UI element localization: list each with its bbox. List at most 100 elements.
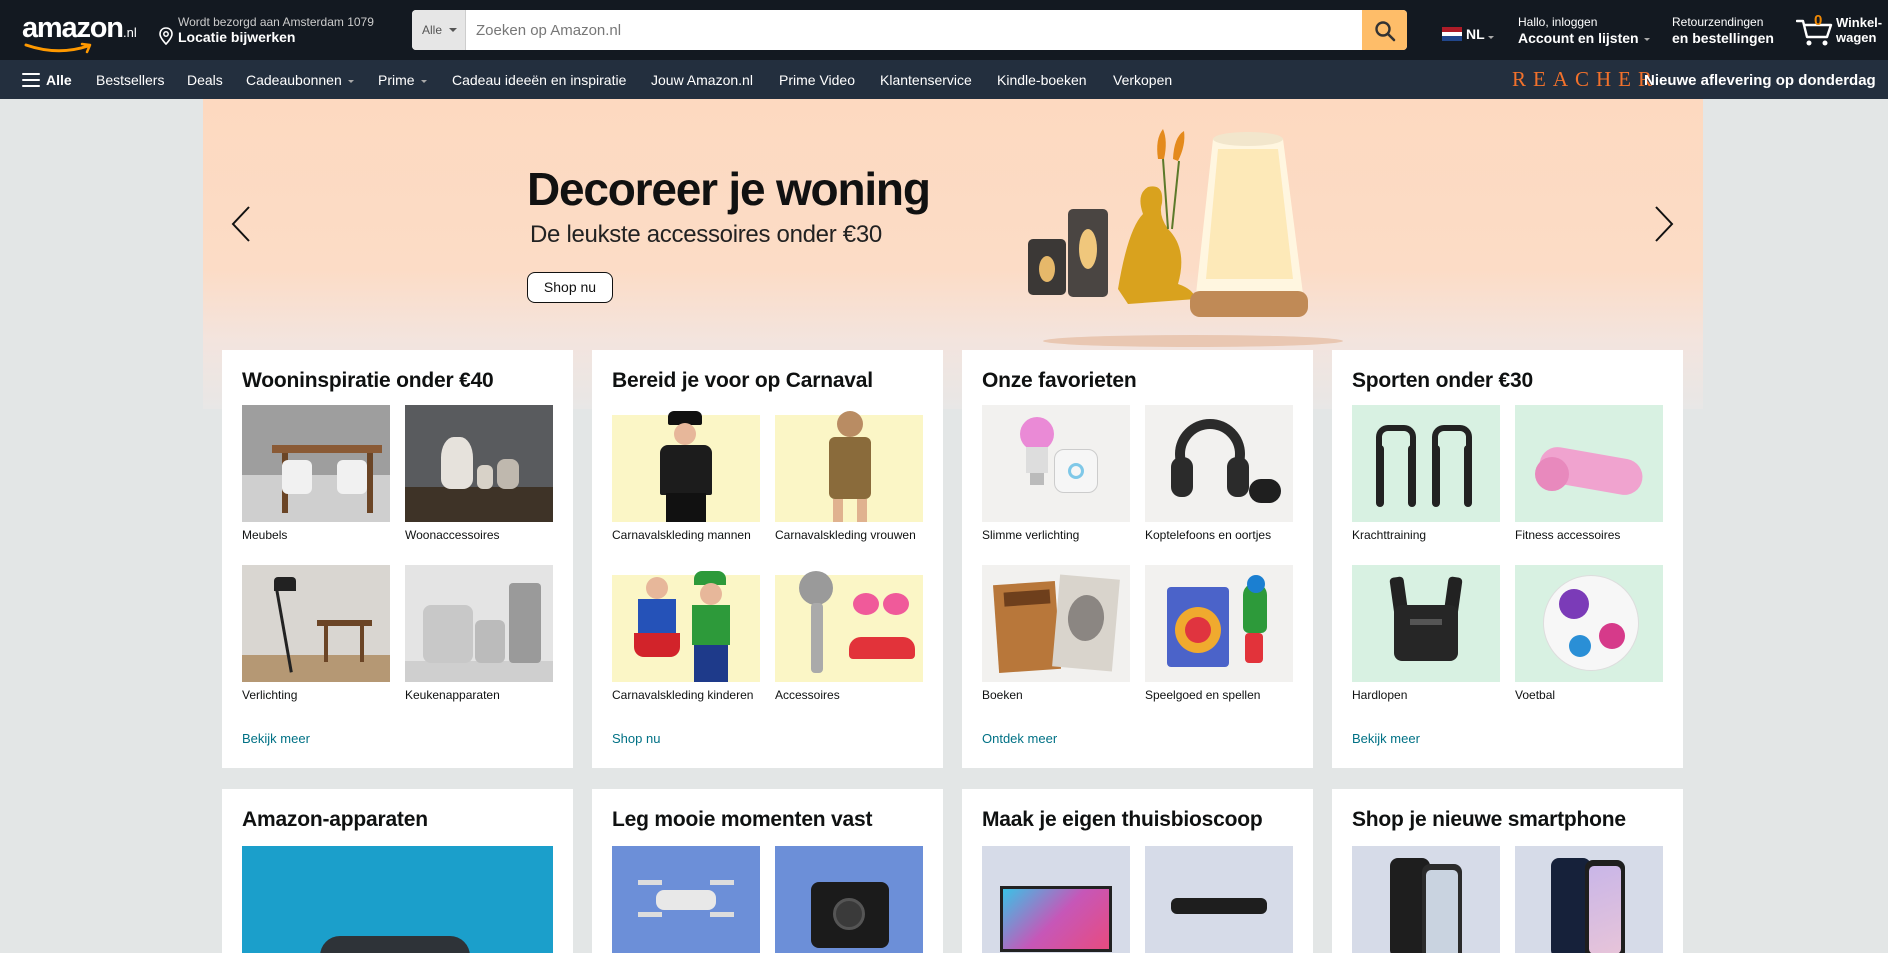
tile-caption: Keukenapparaten	[405, 688, 500, 702]
tile-caption: Hardlopen	[1352, 688, 1408, 702]
nav-item-your-amazon[interactable]: Jouw Amazon.nl	[651, 72, 753, 88]
category-card-amazon-devices: Amazon-apparaten	[222, 789, 573, 953]
tile-woonaccessoires[interactable]: Woonaccessoires	[405, 405, 553, 542]
account-and-lists[interactable]: Hallo, inloggen Account en lijsten	[1518, 15, 1658, 46]
amazon-logo[interactable]: amazon .nl	[20, 12, 140, 54]
tile-fitness-accessories[interactable]: Fitness accessoires	[1515, 405, 1663, 542]
toys-games-image	[1145, 565, 1293, 682]
tile-caption: Speelgoed en spellen	[1145, 688, 1261, 702]
nav-item-prime-video[interactable]: Prime Video	[779, 72, 855, 88]
tile-caption: Koptelefoons en oortjes	[1145, 528, 1272, 542]
card-link[interactable]: Ontdek meer	[982, 731, 1057, 746]
nav-item-customer-service[interactable]: Klantenservice	[880, 72, 972, 88]
tile-running[interactable]: Hardlopen	[1352, 565, 1500, 702]
tile-meubels[interactable]: Meubels	[242, 405, 390, 542]
nav-item-cadeaubonnen[interactable]: Cadeaubonnen	[246, 72, 354, 88]
card-link[interactable]: Bekijk meer	[1352, 731, 1420, 746]
promo-brand: REACHER	[1512, 67, 1660, 91]
account-label-row: Account en lijsten	[1518, 30, 1658, 46]
tile-carnaval-kids[interactable]: Carnavalskleding kinderen	[612, 565, 760, 702]
nav-item-deals[interactable]: Deals	[187, 72, 223, 88]
top-nav-bar: amazon .nl Wordt bezorgd aan Amsterdam 1…	[0, 0, 1888, 60]
carnaval-women-image	[775, 405, 923, 522]
tile-keukenapparaten[interactable]: Keukenapparaten	[405, 565, 553, 702]
tile-television[interactable]	[982, 846, 1130, 953]
card-title: Sporten onder €30	[1352, 369, 1533, 392]
logo-tld: .nl	[123, 25, 137, 40]
tile-headphones[interactable]: Koptelefoons en oortjes	[1145, 405, 1293, 542]
search-button[interactable]	[1362, 10, 1407, 50]
hero-decor-image	[1028, 129, 1343, 347]
search-category-select[interactable]: Alle	[412, 10, 466, 50]
logo-text: amazon	[22, 12, 124, 44]
tile-caption: Voetbal	[1515, 688, 1556, 702]
card-link[interactable]: Bekijk meer	[242, 731, 310, 746]
carnaval-men-image	[612, 405, 760, 522]
tile-books[interactable]: Boeken	[982, 565, 1130, 702]
nav-item-label: Cadeau ideeën en inspiratie	[452, 72, 627, 88]
tile-action-camera[interactable]	[775, 846, 923, 953]
carousel-next-arrow-icon[interactable]	[1646, 199, 1680, 249]
netherlands-flag-icon	[1442, 27, 1462, 41]
amazon-devices-image[interactable]	[242, 846, 553, 953]
cart-count: 0	[1814, 12, 1823, 29]
nav-item-prime[interactable]: Prime	[378, 72, 427, 88]
tile-drone[interactable]	[612, 846, 760, 953]
nav-item-label: Kindle-boeken	[997, 72, 1087, 88]
tile-smart-lighting[interactable]: Slimme verlichting	[982, 405, 1130, 542]
category-card-carnaval: Bereid je voor op Carnaval Carnavalskled…	[592, 350, 943, 768]
keukenapparaten-image	[405, 565, 553, 682]
tile-caption: Carnavalskleding kinderen	[612, 688, 754, 702]
tile-caption: Slimme verlichting	[982, 528, 1080, 542]
card-title: Onze favorieten	[982, 369, 1137, 392]
tile-smartphone-1[interactable]	[1352, 846, 1500, 953]
tile-carnaval-men[interactable]: Carnavalskleding mannen	[612, 405, 760, 542]
category-card-capture-moments: Leg mooie momenten vast	[592, 789, 943, 953]
hero-subtitle: De leukste accessoires onder €30	[530, 221, 882, 248]
location-pin-icon	[159, 27, 173, 45]
tile-caption: Krachttraining	[1352, 528, 1427, 542]
football-image	[1515, 565, 1663, 682]
nav-item-label: Prime Video	[779, 72, 856, 88]
language-code: NL	[1466, 26, 1485, 42]
tile-caption: Woonaccessoires	[405, 528, 500, 542]
cart-button[interactable]: 0 Winkel-wagen	[1796, 12, 1888, 49]
woonaccessoires-image	[405, 405, 553, 522]
fitness-accessories-image	[1515, 405, 1663, 522]
tile-caption: Boeken	[982, 688, 1023, 702]
nav-item-sell[interactable]: Verkopen	[1113, 72, 1172, 88]
nav-item-gift-ideas[interactable]: Cadeau ideeën en inspiratie	[452, 72, 626, 88]
deliver-line1: Wordt bezorgd aan Amsterdam 1079	[178, 15, 374, 29]
search-input[interactable]	[466, 10, 1354, 50]
returns-line2: en bestellingen	[1672, 30, 1774, 46]
cart-label-line1: Winkel-	[1836, 15, 1883, 30]
carnaval-accessories-image	[775, 565, 923, 682]
category-card-home: Wooninspiratie onder €40 Meubels Woonacc…	[222, 350, 573, 768]
books-image	[982, 565, 1130, 682]
tile-smartphone-2[interactable]	[1515, 846, 1663, 953]
strength-training-image	[1352, 405, 1500, 522]
tile-soundbar[interactable]	[1145, 846, 1293, 953]
tile-caption: Carnavalskleding vrouwen	[775, 528, 916, 542]
caret-down-icon	[1643, 37, 1650, 41]
cart-label-line2: wagen	[1836, 30, 1877, 45]
tile-carnaval-women[interactable]: Carnavalskleding vrouwen	[775, 405, 923, 542]
nav-item-label: Prime	[378, 72, 415, 88]
secondary-nav-bar: Alle Bestsellers Deals Cadeaubonnen Prim…	[0, 60, 1888, 99]
carousel-prev-arrow-icon[interactable]	[225, 199, 259, 249]
returns-and-orders[interactable]: Retourzendingen en bestellingen	[1672, 15, 1782, 46]
smartphone-2-image	[1515, 846, 1663, 953]
hero-shop-button[interactable]: Shop nu	[527, 272, 613, 303]
search-category-label: Alle	[422, 23, 443, 37]
tile-football[interactable]: Voetbal	[1515, 565, 1663, 702]
tile-caption: Verlichting	[242, 688, 298, 702]
nav-item-label: Klantenservice	[880, 72, 972, 88]
tile-strength-training[interactable]: Krachttraining	[1352, 405, 1500, 542]
card-link[interactable]: Shop nu	[612, 731, 660, 746]
tile-verlichting[interactable]: Verlichting	[242, 565, 390, 702]
nav-item-kindle-books[interactable]: Kindle-boeken	[997, 72, 1087, 88]
tile-toys-games[interactable]: Speelgoed en spellen	[1145, 565, 1293, 702]
card-title: Maak je eigen thuisbioscoop	[982, 808, 1263, 831]
tile-carnaval-accessoires[interactable]: Accessoires	[775, 565, 923, 702]
nav-item-bestsellers[interactable]: Bestsellers	[96, 72, 164, 88]
